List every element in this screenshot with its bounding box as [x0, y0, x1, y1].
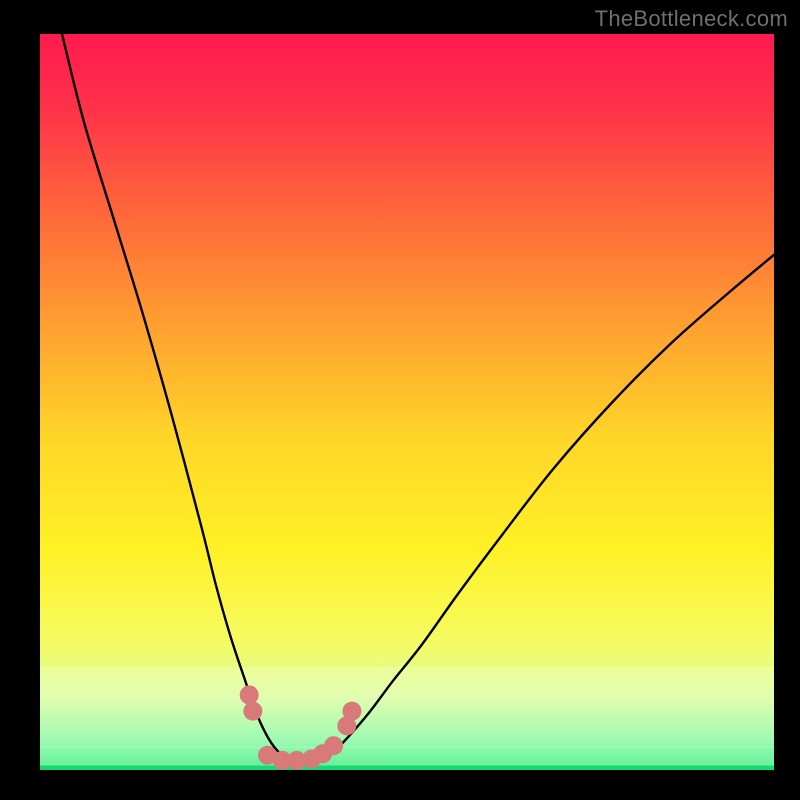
- marker-dot: [243, 702, 262, 721]
- band-strip: [40, 746, 774, 765]
- band-strip: [40, 766, 774, 770]
- chart-stage: TheBottleneck.com: [0, 0, 800, 800]
- marker-dot: [342, 702, 361, 721]
- bottleneck-chart: [0, 0, 800, 800]
- bottom-gradient-band: [40, 667, 774, 770]
- band-strip: [40, 667, 774, 748]
- plot-background: [40, 34, 774, 770]
- marker-dot: [240, 685, 259, 704]
- watermark-text: TheBottleneck.com: [595, 6, 788, 32]
- marker-dot: [324, 736, 343, 755]
